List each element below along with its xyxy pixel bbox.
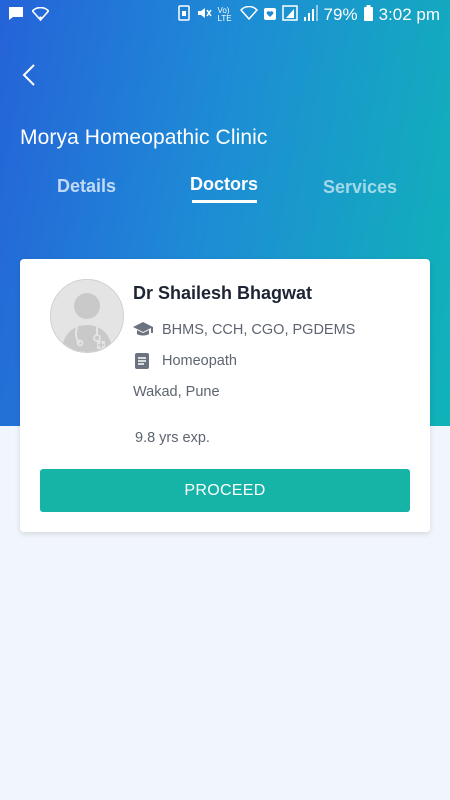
specialty-text: Homeopath [162,353,237,369]
battery-percent: 79% [323,5,358,24]
heart-icon [263,7,276,24]
qualifications-row: BHMS, CCH, CGO, PGDEMS [133,321,355,339]
status-bar: Vo) LTE 79% 3:02 pm [0,0,450,32]
wifi-icon [31,6,50,25]
mute-icon [196,5,212,25]
experience-text: 9.8 yrs exp. [135,430,210,446]
volte-label: Vo) LTE [217,6,232,23]
doctor-name: Dr Shailesh Bhagwat [133,283,313,303]
qualifications-text: BHMS, CCH, CGO, PGDEMS [162,322,356,338]
tab-bar: Details Doctors Services [0,170,450,210]
active-tab-indicator [192,200,257,203]
sim-signal-icon [281,5,298,25]
battery-icon [363,5,373,25]
chat-notification-icon [8,6,24,25]
doctor-avatar [50,279,124,353]
wifi-signal-icon [239,5,258,24]
clinic-title: Morya Homeopathic Clinic [20,126,268,149]
back-button[interactable] [14,60,44,90]
doctor-card: Dr Shailesh Bhagwat BHMS, CCH, CGO, PGDE… [20,259,430,532]
tab-details[interactable]: Details [57,176,116,197]
tab-doctors[interactable]: Doctors [190,174,258,195]
clock: 3:02 pm [378,5,440,24]
location-text: Wakad, Pune [133,384,220,400]
graduation-cap-icon [133,321,153,339]
sim-icon [177,5,190,25]
document-icon [133,352,153,370]
chevron-left-icon [22,64,35,86]
signal-strength-icon [303,5,318,25]
tab-services[interactable]: Services [323,177,397,198]
doctor-placeholder-icon [51,280,123,352]
specialty-row: Homeopath [133,352,237,370]
proceed-button[interactable]: PROCEED [40,469,410,512]
